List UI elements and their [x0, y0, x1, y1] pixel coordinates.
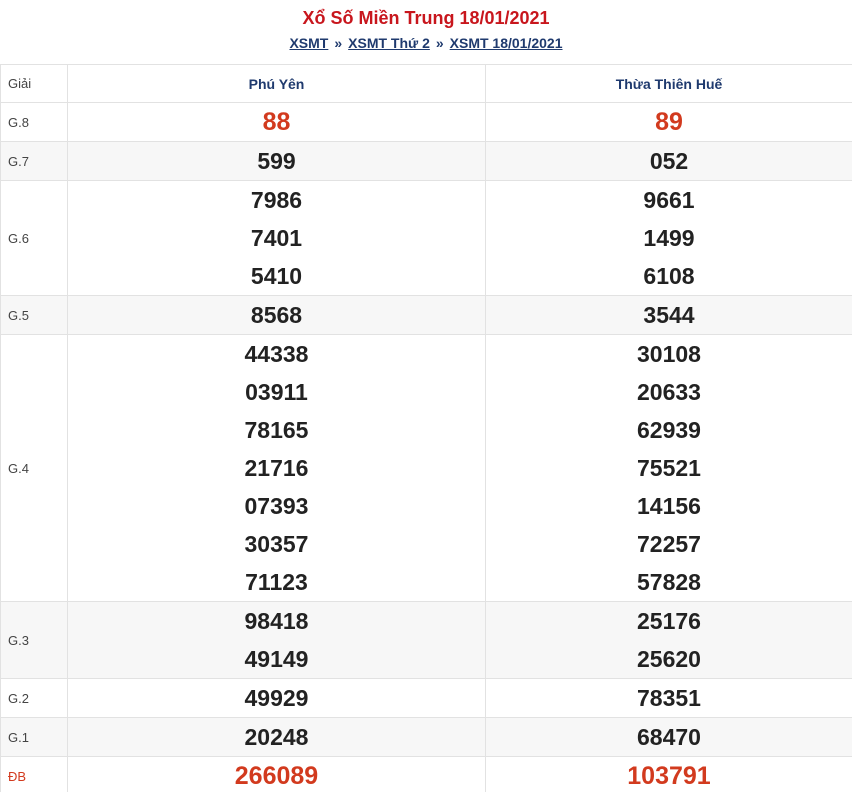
winning-number: 6108: [643, 263, 695, 289]
winning-number: 49929: [244, 685, 309, 711]
winning-number: 103791: [627, 762, 711, 790]
prize-row: G.6 7986 7401 5410 9661 1499 6108: [0, 180, 852, 296]
breadcrumb-separator: »: [334, 35, 343, 51]
prize-cell-phu-yen: 49929: [67, 678, 486, 718]
winning-number: 21716: [244, 455, 309, 481]
prize-row: G.7 599 052: [0, 141, 852, 181]
prize-row: ĐB 266089 103791: [0, 756, 852, 792]
winning-number: 75521: [637, 455, 701, 481]
prize-cell-phu-yen: 44338 03911 78165 21716 07393 30357 71123: [67, 334, 486, 602]
winning-number: 03911: [245, 379, 308, 405]
winning-number: 30108: [637, 341, 701, 367]
prize-cell-thua-thien-hue: 78351: [485, 678, 852, 718]
prize-cell-phu-yen: 8568: [67, 295, 486, 335]
rank-column-header: Giải: [0, 64, 68, 103]
winning-number: 266089: [234, 762, 319, 790]
winning-number: 9661: [643, 187, 695, 213]
province-header-thua-thien-hue: Thừa Thiên Huế: [485, 64, 852, 103]
winning-number: 7401: [250, 225, 303, 251]
winning-number: 14156: [637, 493, 701, 519]
prize-rank-label: G.4: [0, 334, 68, 602]
prize-cell-thua-thien-hue: 89: [485, 102, 852, 142]
prize-cell-thua-thien-hue: 25176 25620: [485, 601, 852, 679]
prize-rank-label: G.5: [0, 295, 68, 335]
prize-rank-label: G.7: [0, 141, 68, 181]
prize-cell-thua-thien-hue: 103791: [485, 756, 852, 792]
prize-cell-thua-thien-hue: 30108 20633 62939 75521 14156 72257 57828: [485, 334, 852, 602]
winning-number: 62939: [637, 417, 701, 443]
prize-cell-thua-thien-hue: 68470: [485, 717, 852, 757]
prize-cell-thua-thien-hue: 052: [485, 141, 852, 181]
winning-number: 25620: [637, 646, 701, 672]
results-table: Giải Phú Yên Thừa Thiên Huế G.8 88 89 G.7 59…: [0, 64, 852, 792]
prize-cell-phu-yen: 7986 7401 5410: [67, 180, 486, 296]
prize-cell-thua-thien-hue: 3544: [485, 295, 852, 335]
winning-number: 3544: [643, 302, 695, 328]
winning-number: 88: [262, 108, 291, 136]
winning-number: 78351: [637, 685, 701, 711]
prize-row: G.3 98418 49149 25176 25620: [0, 601, 852, 679]
winning-number: 599: [257, 148, 296, 174]
winning-number: 25176: [637, 608, 701, 634]
table-header-row: Giải Phú Yên Thừa Thiên Huế: [0, 64, 852, 103]
breadcrumb: XSMT » XSMT Thứ 2 » XSMT 18/01/2021: [0, 34, 852, 56]
winning-number: 30357: [244, 531, 309, 557]
winning-number: 44338: [244, 341, 309, 367]
prize-cell-phu-yen: 266089: [67, 756, 486, 792]
prize-row: G.4 44338 03911 78165 21716 07393 30357 71123 30…: [0, 334, 852, 602]
prize-rank-label: G.3: [0, 601, 68, 679]
prize-rank-label: G.2: [0, 678, 68, 718]
winning-number: 1499: [643, 225, 695, 251]
winning-number: 98418: [244, 608, 309, 634]
breadcrumb-link-xsmt[interactable]: XSMT: [289, 35, 328, 51]
winning-number: 78165: [244, 417, 309, 443]
winning-number: 89: [655, 108, 683, 136]
prize-cell-phu-yen: 599: [67, 141, 486, 181]
prize-row: G.8 88 89: [0, 102, 852, 142]
winning-number: 49149: [244, 646, 309, 672]
prize-cell-phu-yen: 20248: [67, 717, 486, 757]
winning-number: 20248: [244, 724, 309, 750]
breadcrumb-link-xsmt-date[interactable]: XSMT 18/01/2021: [450, 35, 563, 51]
province-header-phu-yen: Phú Yên: [67, 64, 486, 103]
prize-cell-phu-yen: 88: [67, 102, 486, 142]
prize-row: G.2 49929 78351: [0, 678, 852, 718]
breadcrumb-link-xsmt-thu-2[interactable]: XSMT Thứ 2: [348, 35, 430, 51]
prize-rank-label: G.6: [0, 180, 68, 296]
winning-number: 72257: [637, 531, 701, 557]
page-title: Xổ Số Miền Trung 18/01/2021: [302, 8, 550, 28]
prize-cell-phu-yen: 98418 49149: [67, 601, 486, 679]
winning-number: 57828: [637, 569, 701, 595]
prize-row: G.5 8568 3544: [0, 295, 852, 335]
winning-number: 07393: [244, 493, 309, 519]
winning-number: 71123: [245, 569, 308, 595]
page-header: Xổ Số Miền Trung 18/01/2021 XSMT » XSMT Th…: [0, 0, 852, 64]
prize-cell-thua-thien-hue: 9661 1499 6108: [485, 180, 852, 296]
prize-rank-label: G.8: [0, 102, 68, 142]
winning-number: 8568: [250, 302, 303, 328]
breadcrumb-separator: »: [435, 35, 444, 51]
winning-number: 5410: [250, 263, 303, 289]
winning-number: 68470: [637, 724, 701, 750]
prize-rank-label: ĐB: [0, 756, 68, 792]
winning-number: 20633: [637, 379, 701, 405]
results-body: G.8 88 89 G.7 599 052 G.6 7986 7401 5410 9661 1499 6…: [0, 102, 852, 792]
prize-rank-label: G.1: [0, 717, 68, 757]
winning-number: 7986: [250, 187, 303, 213]
winning-number: 052: [649, 148, 689, 174]
prize-row: G.1 20248 68470: [0, 717, 852, 757]
